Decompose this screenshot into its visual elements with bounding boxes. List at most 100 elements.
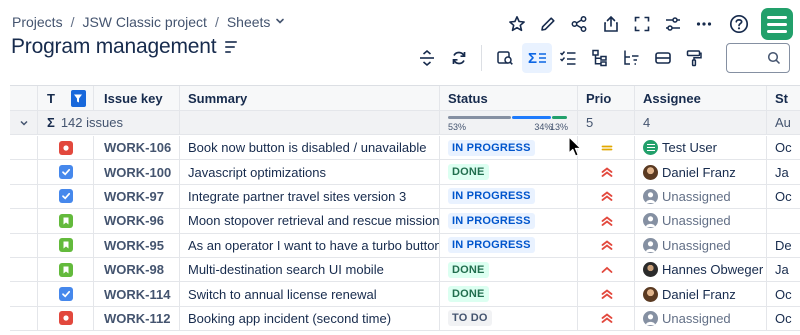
priority-cell[interactable] <box>578 136 635 160</box>
status-cell[interactable]: DONE <box>440 282 578 306</box>
priority-cell[interactable] <box>578 282 635 306</box>
mouse-cursor-icon <box>568 136 582 163</box>
paint-roller-icon[interactable] <box>679 43 709 73</box>
status-badge: IN PROGRESS <box>448 188 535 205</box>
table-row[interactable]: WORK-100 Javascript optimizations DONE Dani… <box>10 160 800 185</box>
edit-icon[interactable] <box>533 9 563 39</box>
priority-cell[interactable] <box>578 160 635 184</box>
issue-summary[interactable]: As an operator I want to have a turbo bu… <box>180 233 440 257</box>
issue-key[interactable]: WORK-96 <box>94 209 180 233</box>
column-header-status[interactable]: Status <box>440 86 578 110</box>
status-cell[interactable]: TO DO <box>440 306 578 331</box>
issue-summary[interactable]: Multi-destination search UI mobile <box>180 258 440 282</box>
export-icon[interactable] <box>596 9 626 39</box>
status-cell[interactable]: DONE <box>440 160 578 184</box>
assignee-cell[interactable]: Unassigned <box>635 209 767 233</box>
card-icon[interactable] <box>648 43 678 73</box>
table-row[interactable]: WORK-106 Book now button is disabled / un… <box>10 136 800 161</box>
issue-key[interactable]: WORK-98 <box>94 258 180 282</box>
priority-high-icon <box>601 216 613 226</box>
priority-cell[interactable] <box>578 184 635 209</box>
breadcrumb-project[interactable]: JSW Classic project <box>82 14 206 30</box>
issue-type-cell <box>38 282 94 306</box>
column-header-assignee[interactable]: Assignee <box>635 86 767 110</box>
issue-key[interactable]: WORK-95 <box>94 233 180 257</box>
share-icon[interactable] <box>564 9 594 39</box>
avatar <box>643 164 662 180</box>
issue-key[interactable]: WORK-100 <box>94 160 180 184</box>
status-badge: DONE <box>448 164 489 181</box>
assignee-cell[interactable]: Daniel Franz <box>635 282 767 306</box>
priority-cell[interactable] <box>578 258 635 282</box>
table-row[interactable]: WORK-96 Moon stopover retrieval and rescu… <box>10 209 800 234</box>
status-distribution: 53% 34% 13% <box>440 111 578 135</box>
collapse-chevron-icon[interactable] <box>10 111 38 135</box>
checklist-icon[interactable] <box>553 43 583 73</box>
assignee-name: Daniel Franz <box>662 286 736 302</box>
expand-collapse-icon[interactable] <box>412 43 442 73</box>
issue-summary[interactable]: Book now button is disabled / unavailabl… <box>180 136 440 160</box>
table-row[interactable]: WORK-98 Multi-destination search UI mobil… <box>10 258 800 283</box>
row-gutter <box>10 136 38 160</box>
extra-cell: Oc <box>775 286 792 302</box>
table-row[interactable]: WORK-97 Integrate partner travel sites ve… <box>10 184 800 210</box>
issue-summary[interactable]: Integrate partner travel sites version 3 <box>180 184 440 209</box>
filter-icon[interactable] <box>70 89 86 107</box>
row-gutter <box>10 209 38 233</box>
issue-summary[interactable]: Switch to annual license renewal <box>180 282 440 306</box>
status-cell[interactable]: IN PROGRESS <box>440 233 578 257</box>
column-header-extra[interactable]: St <box>767 86 800 110</box>
help-icon[interactable] <box>724 9 754 39</box>
issue-summary[interactable]: Booking app incident (second time) <box>180 306 440 331</box>
refresh-icon[interactable] <box>444 43 474 73</box>
page-title: Program management <box>11 35 217 58</box>
issue-key[interactable]: WORK-112 <box>94 306 180 331</box>
app-logo[interactable] <box>760 8 793 40</box>
chevron-down-icon[interactable] <box>275 16 285 29</box>
breadcrumb-projects[interactable]: Projects <box>12 14 63 30</box>
top-actions <box>502 8 793 40</box>
assignee-cell[interactable]: Test User <box>635 136 767 160</box>
status-cell[interactable]: IN PROGRESS <box>440 184 578 209</box>
status-badge: IN PROGRESS <box>448 139 535 156</box>
settings-sliders-icon[interactable] <box>658 9 688 39</box>
column-header-priority[interactable]: Prio <box>578 86 635 110</box>
hierarchy-filter-icon[interactable] <box>616 43 646 73</box>
issue-search-icon[interactable] <box>490 43 520 73</box>
column-header-type[interactable]: T <box>38 86 94 110</box>
breadcrumb-sheets[interactable]: Sheets <box>227 14 271 30</box>
table-row[interactable]: WORK-112 Booking app incident (second tim… <box>10 306 800 332</box>
priority-cell[interactable] <box>578 209 635 233</box>
assignee-cell[interactable]: Unassigned <box>635 233 767 257</box>
row-gutter <box>10 184 38 209</box>
assignee-cell[interactable]: Unassigned <box>635 184 767 209</box>
table-row[interactable]: WORK-95 As an operator I want to have a t… <box>10 233 800 258</box>
issue-summary[interactable]: Javascript optimizations <box>180 160 440 184</box>
table-row[interactable]: WORK-114 Switch to annual license renewal… <box>10 282 800 307</box>
issue-summary[interactable]: Moon stopover retrieval and rescue missi… <box>180 209 440 233</box>
assignee-cell[interactable]: Unassigned <box>635 306 767 331</box>
assignee-cell[interactable]: Hannes Obweger <box>635 258 767 282</box>
title-menu-icon[interactable] <box>223 40 239 54</box>
priority-cell[interactable] <box>578 233 635 257</box>
priority-cell[interactable] <box>578 306 635 331</box>
more-icon[interactable] <box>689 9 719 39</box>
status-cell[interactable]: DONE <box>440 258 578 282</box>
status-cell[interactable]: IN PROGRESS <box>440 136 578 160</box>
assignee-name: Unassigned <box>662 310 731 326</box>
assignee-cell[interactable]: Daniel Franz <box>635 160 767 184</box>
issue-type-cell <box>38 258 94 282</box>
issue-key[interactable]: WORK-97 <box>94 184 180 209</box>
status-cell[interactable]: IN PROGRESS <box>440 209 578 233</box>
assignee-name: Hannes Obweger <box>662 262 764 278</box>
issue-type-cell <box>38 184 94 209</box>
issue-key[interactable]: WORK-106 <box>94 136 180 160</box>
fullscreen-icon[interactable] <box>627 9 657 39</box>
svg-text:Σ: Σ <box>528 50 537 67</box>
column-header-summary[interactable]: Summary <box>180 86 440 110</box>
sum-icon[interactable]: Σ <box>521 43 552 73</box>
hierarchy-icon[interactable] <box>585 43 615 73</box>
star-icon[interactable] <box>502 9 532 39</box>
issue-key[interactable]: WORK-114 <box>94 282 180 306</box>
column-header-key[interactable]: Issue key <box>94 86 180 110</box>
